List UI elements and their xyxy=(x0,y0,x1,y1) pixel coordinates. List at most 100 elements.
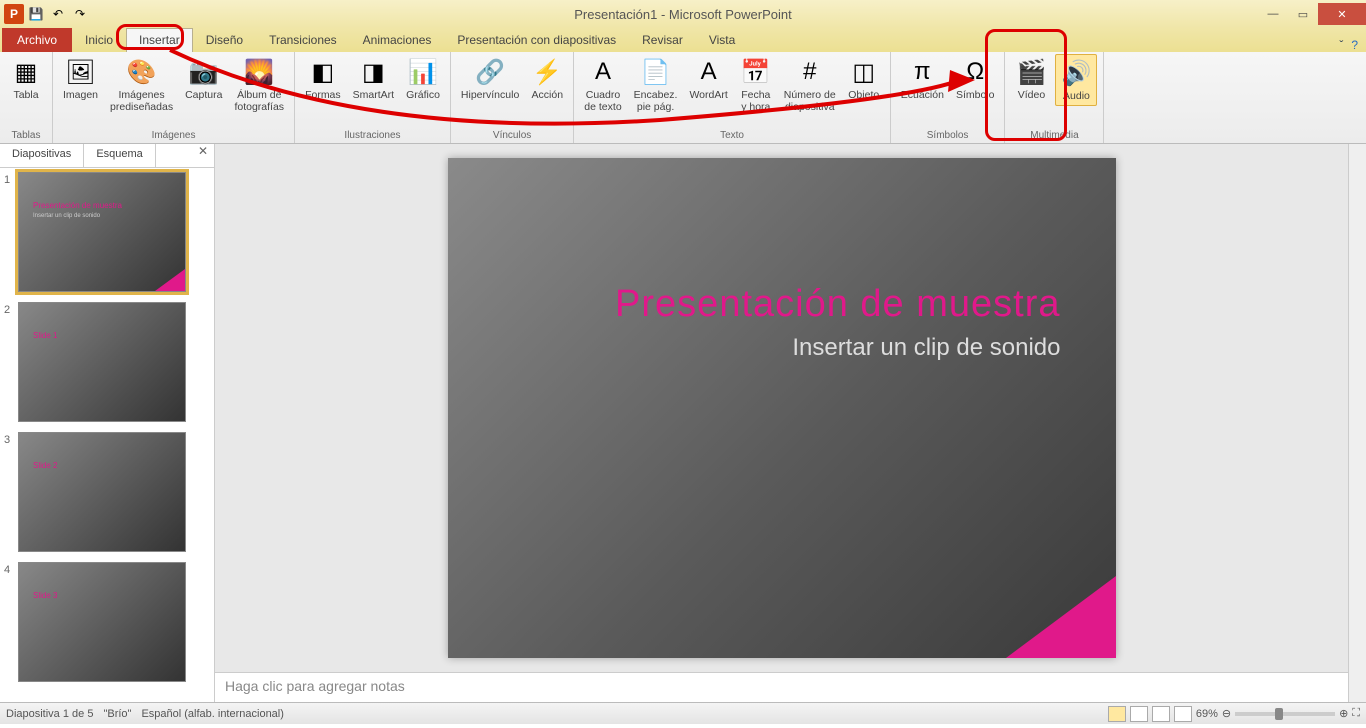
slide-canvas[interactable]: Presentación de muestra Insertar un clip… xyxy=(448,158,1116,658)
ribbon-btn-captura[interactable]: 📷Captura xyxy=(181,54,226,104)
status-theme: "Brío" xyxy=(103,708,131,720)
gráfico-icon: 📊 xyxy=(407,56,439,88)
minimize-button[interactable]: — xyxy=(1258,3,1288,25)
tab-inicio[interactable]: Inicio xyxy=(72,28,126,52)
tab-animaciones[interactable]: Animaciones xyxy=(350,28,445,52)
ribbon-btn-hipervínculo[interactable]: 🔗Hipervínculo xyxy=(457,54,523,104)
ribbon-btn-símbolo[interactable]: ΩSímbolo xyxy=(952,54,999,104)
thumb-number: 3 xyxy=(4,432,18,552)
slide-editor: Presentación de muestra Insertar un clip… xyxy=(215,144,1348,702)
slide-thumbnail[interactable]: Presentación de muestraInsertar un clip … xyxy=(18,172,186,292)
ribbon-btn-número[interactable]: #Número dediapositiva xyxy=(780,54,840,115)
ribbon-btn-objeto[interactable]: ◫Objeto xyxy=(844,54,884,104)
app-icon[interactable]: P xyxy=(4,4,24,24)
window-controls: — ▭ ✕ xyxy=(1258,3,1366,25)
smartart-icon: ◨ xyxy=(357,56,389,88)
cuadro-icon: A xyxy=(587,56,619,88)
redo-icon[interactable]: ↷ xyxy=(70,4,90,24)
zoom-level[interactable]: 69% xyxy=(1196,708,1218,720)
tab-revisar[interactable]: Revisar xyxy=(629,28,696,52)
zoom-slider[interactable] xyxy=(1235,712,1335,716)
símbolo-icon: Ω xyxy=(959,56,991,88)
ribbon-btn-encabez.[interactable]: 📄Encabez.pie pág. xyxy=(630,54,682,115)
help-icon[interactable]: ? xyxy=(1351,38,1358,52)
status-slide-info: Diapositiva 1 de 5 xyxy=(6,708,93,720)
zoom-out-icon[interactable]: ⊖ xyxy=(1222,707,1231,720)
slide-title[interactable]: Presentación de muestra xyxy=(615,283,1060,326)
window-title: Presentación1 - Microsoft PowerPoint xyxy=(574,7,791,22)
view-slideshow-button[interactable] xyxy=(1174,706,1192,722)
ribbon-group-imágenes: 🖼Imagen🎨Imágenesprediseñadas📷Captura🌄Álb… xyxy=(53,52,295,143)
ribbon-group-texto: ACuadrode texto📄Encabez.pie pág.AWordArt… xyxy=(574,52,890,143)
notes-pane[interactable]: Haga clic para agregar notas xyxy=(215,672,1348,702)
ribbon-btn-álbum[interactable]: 🌄Álbum defotografías xyxy=(230,54,288,115)
slide-thumbnail[interactable]: Slide 2 xyxy=(18,432,186,552)
ecuación-icon: π xyxy=(906,56,938,88)
imágenes-icon: 🎨 xyxy=(126,56,158,88)
canvas-area[interactable]: Presentación de muestra Insertar un clip… xyxy=(215,144,1348,672)
audio-icon: 🔊 xyxy=(1060,57,1092,89)
zoom-in-icon[interactable]: ⊕ xyxy=(1339,707,1348,720)
ribbon-btn-acción[interactable]: ⚡Acción xyxy=(527,54,567,104)
formas-icon: ◧ xyxy=(307,56,339,88)
slide-subtitle[interactable]: Insertar un clip de sonido xyxy=(792,334,1060,362)
ribbon-group-tablas: ▦TablaTablas xyxy=(0,52,53,143)
tab-file[interactable]: Archivo xyxy=(2,28,72,52)
ribbon-btn-cuadro[interactable]: ACuadrode texto xyxy=(580,54,625,115)
tab-transiciones[interactable]: Transiciones xyxy=(256,28,350,52)
thumb-number: 1 xyxy=(4,172,18,292)
hipervínculo-icon: 🔗 xyxy=(474,56,506,88)
minimize-ribbon-icon[interactable]: ˇ xyxy=(1339,38,1343,52)
thumb-number: 2 xyxy=(4,302,18,422)
ribbon-btn-formas[interactable]: ◧Formas xyxy=(301,54,345,104)
panel-close-icon[interactable]: ✕ xyxy=(192,144,214,167)
tab-vista[interactable]: Vista xyxy=(696,28,748,52)
ribbon-btn-gráfico[interactable]: 📊Gráfico xyxy=(402,54,444,104)
número-icon: # xyxy=(794,56,826,88)
ribbon-btn-imágenes[interactable]: 🎨Imágenesprediseñadas xyxy=(106,54,177,115)
vertical-scrollbar[interactable] xyxy=(1348,144,1366,702)
view-sorter-button[interactable] xyxy=(1130,706,1148,722)
undo-icon[interactable]: ↶ xyxy=(48,4,68,24)
ribbon-btn-ecuación[interactable]: πEcuación xyxy=(897,54,948,104)
panel-tab-outline[interactable]: Esquema xyxy=(84,144,155,167)
ribbon-btn-wordart[interactable]: AWordArt xyxy=(685,54,731,104)
status-language[interactable]: Español (alfab. internacional) xyxy=(141,708,283,720)
main-area: Diapositivas Esquema ✕ 1Presentación de … xyxy=(0,144,1366,702)
vídeo-icon: 🎬 xyxy=(1015,56,1047,88)
ribbon-group-símbolos: πEcuaciónΩSímboloSímbolos xyxy=(891,52,1006,143)
encabez.-icon: 📄 xyxy=(640,56,672,88)
ribbon-group-vínculos: 🔗Hipervínculo⚡AcciónVínculos xyxy=(451,52,574,143)
view-reading-button[interactable] xyxy=(1152,706,1170,722)
ribbon-btn-tabla[interactable]: ▦Tabla xyxy=(6,54,46,104)
tab-insertar[interactable]: Insertar xyxy=(126,28,193,52)
ribbon: ▦TablaTablas🖼Imagen🎨Imágenesprediseñadas… xyxy=(0,52,1366,144)
objeto-icon: ◫ xyxy=(848,56,880,88)
ribbon-btn-vídeo[interactable]: 🎬Vídeo xyxy=(1011,54,1051,104)
ribbon-btn-imagen[interactable]: 🖼Imagen xyxy=(59,54,102,104)
slide-thumbnail[interactable]: Slide 1 xyxy=(18,302,186,422)
thumb-number: 4 xyxy=(4,562,18,682)
tab-presentación-con-diapositivas[interactable]: Presentación con diapositivas xyxy=(444,28,629,52)
ribbon-btn-fecha[interactable]: 📅Fechay hora xyxy=(736,54,776,115)
panel-tabs: Diapositivas Esquema ✕ xyxy=(0,144,214,168)
tab-diseño[interactable]: Diseño xyxy=(193,28,256,52)
ribbon-btn-audio[interactable]: 🔊Audio xyxy=(1055,54,1097,106)
status-bar: Diapositiva 1 de 5 "Brío" Español (alfab… xyxy=(0,702,1366,724)
title-bar: P 💾 ↶ ↷ Presentación1 - Microsoft PowerP… xyxy=(0,0,1366,28)
view-normal-button[interactable] xyxy=(1108,706,1126,722)
slide-thumbnail[interactable]: Slide 3 xyxy=(18,562,186,682)
wordart-icon: A xyxy=(693,56,725,88)
ribbon-btn-smartart[interactable]: ◨SmartArt xyxy=(349,54,398,104)
álbum-icon: 🌄 xyxy=(243,56,275,88)
slide-panel: Diapositivas Esquema ✕ 1Presentación de … xyxy=(0,144,215,702)
panel-tab-slides[interactable]: Diapositivas xyxy=(0,144,84,167)
acción-icon: ⚡ xyxy=(531,56,563,88)
fecha-icon: 📅 xyxy=(740,56,772,88)
fit-slide-icon[interactable]: ⛶ xyxy=(1352,707,1360,720)
close-button[interactable]: ✕ xyxy=(1318,3,1366,25)
ribbon-tabs: Archivo InicioInsertarDiseñoTransiciones… xyxy=(0,28,1366,52)
maximize-button[interactable]: ▭ xyxy=(1288,3,1318,25)
ribbon-group-ilustraciones: ◧Formas◨SmartArt📊GráficoIlustraciones xyxy=(295,52,451,143)
save-icon[interactable]: 💾 xyxy=(26,4,46,24)
